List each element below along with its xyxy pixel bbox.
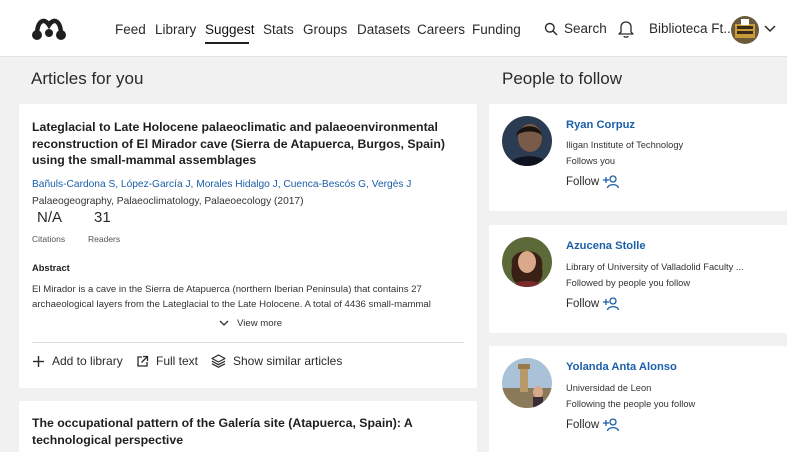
add-to-library-label: Add to library [52,354,123,368]
show-similar-label: Show similar articles [233,354,343,368]
view-more-label: View more [237,318,283,329]
search-icon [544,22,558,35]
add-person-icon [603,297,620,311]
layers-icon [211,354,226,368]
nav-feed[interactable]: Feed [115,21,146,39]
card-divider [32,342,464,343]
chevron-down-icon [219,320,229,326]
person-card: Ryan Corpuz Iligan Institute of Technolo… [489,104,787,211]
abstract-text: El Mirador is a cave in the Sierra de At… [32,284,431,310]
search-button[interactable]: Search [544,21,607,36]
nav-datasets[interactable]: Datasets [357,21,410,39]
article-authors[interactable]: Bañuls-Cardona S, López-García J, Morale… [32,179,411,190]
readers-value: 31 [94,209,111,226]
person-name[interactable]: Azucena Stolle [566,240,646,252]
full-text-button[interactable]: Full text [136,354,198,368]
mendeley-logo-icon[interactable] [30,13,68,43]
person-avatar[interactable] [502,237,552,287]
abstract-heading: Abstract [32,263,70,273]
nav-stats[interactable]: Stats [263,21,294,39]
add-to-library-button[interactable]: Add to library [32,354,123,368]
nav-funding[interactable]: Funding [472,21,521,39]
account-avatar[interactable] [731,16,759,44]
people-to-follow-heading: People to follow [502,69,623,88]
external-link-icon [137,355,149,367]
readers-label: Readers [88,234,121,244]
article-title[interactable]: Lateglacial to Late Holocene palaeoclima… [32,119,462,169]
active-tab-indicator [205,42,249,44]
person-card: Yolanda Anta Alonso Universidad de Leon … [489,346,787,452]
article-title[interactable]: The occupational pattern of the Galería … [32,415,462,448]
notifications-bell-icon[interactable] [618,19,634,39]
search-label: Search [564,21,607,36]
articles-for-you-heading: Articles for you [31,69,144,88]
article-journal: Palaeogeography, Palaeoclimatology, Pala… [32,196,304,207]
person-relation: Following the people you follow [566,399,696,409]
person-affiliation: Library of University of Valladolid Facu… [566,262,744,272]
follow-label: Follow [566,298,600,310]
follow-label: Follow [566,419,600,431]
citations-value: N/A [37,209,63,226]
full-text-label: Full text [156,354,199,368]
person-photo [502,358,552,408]
nav-library[interactable]: Library [155,21,196,39]
follow-button[interactable]: Follow [566,175,621,189]
account-menu-chevron-down-icon[interactable] [764,24,776,34]
person-name[interactable]: Yolanda Anta Alonso [566,361,677,373]
person-relation: Follows you [566,156,616,166]
person-photo [502,237,552,287]
add-person-icon [603,418,620,432]
follow-button[interactable]: Follow [566,297,621,311]
person-affiliation: Universidad de Leon [566,383,652,393]
show-similar-articles-button[interactable]: Show similar articles [211,354,342,368]
plus-icon [33,355,44,367]
view-more-button[interactable]: View more [219,318,282,329]
follow-label: Follow [566,176,600,188]
article-card: Lateglacial to Late Holocene palaeoclima… [19,104,477,388]
person-affiliation: Iligan Institute of Technology [566,140,684,150]
top-nav-bar: Feed Library Suggest Stats Groups Datase… [0,0,787,57]
person-avatar[interactable] [502,358,552,408]
person-photo [502,116,552,166]
citations-label: Citations [32,234,66,244]
person-avatar[interactable] [502,116,552,166]
article-card: The occupational pattern of the Galería … [19,401,477,452]
add-person-icon [603,175,620,189]
account-avatar-image [731,16,759,44]
person-name[interactable]: Ryan Corpuz [566,119,635,131]
nav-suggest[interactable]: Suggest [205,21,255,39]
person-card: Azucena Stolle Library of University of … [489,225,787,333]
person-relation: Followed by people you follow [566,278,691,288]
follow-button[interactable]: Follow [566,418,621,432]
nav-careers[interactable]: Careers [417,21,465,39]
account-name[interactable]: Biblioteca Ft... [649,21,735,36]
nav-groups[interactable]: Groups [303,21,347,39]
